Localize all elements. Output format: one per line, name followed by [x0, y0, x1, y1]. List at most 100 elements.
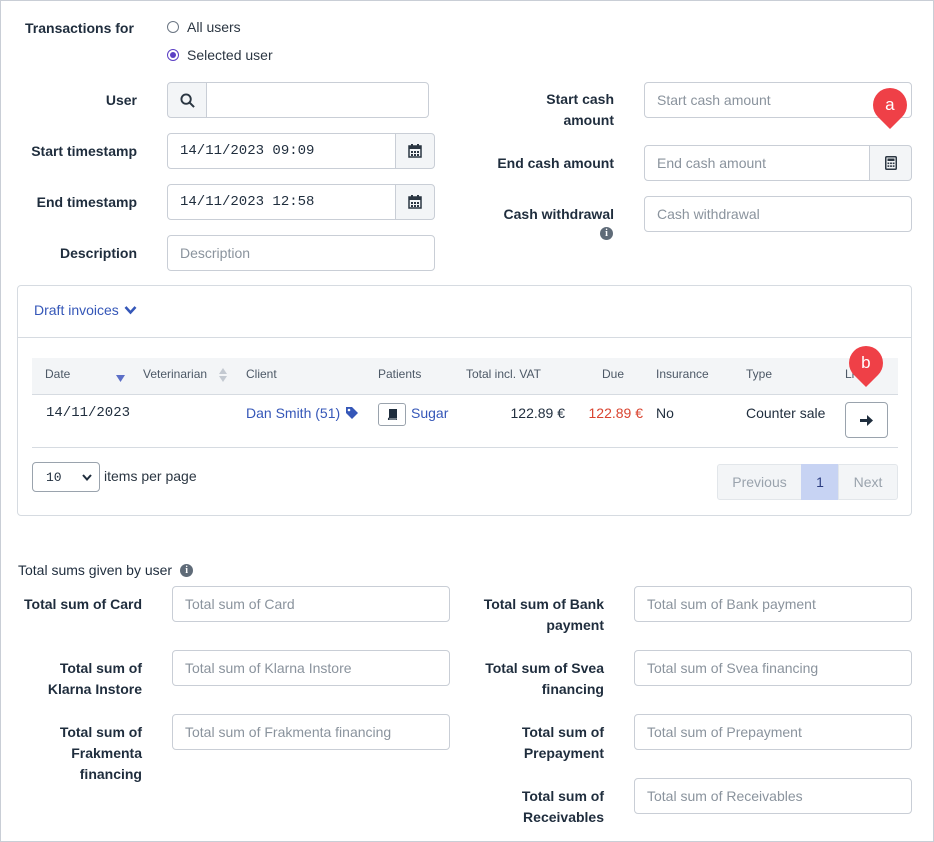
- col-patients: Patients: [378, 367, 422, 381]
- row-insurance: No: [656, 405, 674, 421]
- calendar-icon: [408, 195, 422, 209]
- description-label: Description: [59, 245, 137, 261]
- total-prepayment-input[interactable]: [634, 714, 912, 750]
- total-receivables-label-line2: Receivables: [523, 809, 604, 825]
- patient-link[interactable]: Sugar: [411, 405, 448, 421]
- transactions-for-label: Transactions for: [25, 20, 134, 36]
- calendar-icon: [408, 144, 422, 158]
- search-icon: [179, 92, 195, 108]
- total-bank-input[interactable]: [634, 586, 912, 622]
- total-frakmenta-label-line3: financing: [79, 766, 142, 782]
- info-icon[interactable]: i: [600, 227, 613, 240]
- client-link[interactable]: Dan Smith (51): [246, 405, 340, 421]
- end-cash-label: End cash amount: [497, 155, 614, 171]
- start-cash-label: Start cash amount: [470, 89, 614, 131]
- total-card-label-line1: Total sum of Card: [24, 596, 142, 612]
- total-receivables-label-line1: Total sum of: [521, 788, 604, 804]
- arrow-right-icon: [860, 414, 873, 426]
- per-page-label: items per page: [104, 468, 197, 484]
- per-page-value: 10: [46, 469, 62, 485]
- radio-selected-label: Selected user: [187, 47, 273, 63]
- per-page-select[interactable]: 10: [32, 462, 100, 492]
- user-input[interactable]: [206, 82, 429, 118]
- book-icon: [387, 409, 397, 420]
- end-timestamp-label: End timestamp: [36, 194, 137, 210]
- col-insurance: Insurance: [656, 367, 709, 381]
- marker-a-label: a: [885, 95, 895, 114]
- col-type: Type: [746, 367, 773, 381]
- start-cash-input[interactable]: [644, 82, 912, 118]
- col-client: Client: [246, 367, 277, 381]
- draft-invoices-toggle[interactable]: Draft invoices: [34, 302, 137, 318]
- calculator-icon: [884, 156, 897, 170]
- end-timestamp-input[interactable]: [167, 184, 396, 220]
- description-input[interactable]: [167, 235, 435, 271]
- pagination-page-1[interactable]: 1: [801, 464, 839, 500]
- patient-book-button[interactable]: [378, 403, 406, 426]
- total-receivables-input[interactable]: [634, 778, 912, 814]
- start-timestamp-input[interactable]: [167, 133, 396, 169]
- row-type: Counter sale: [746, 405, 826, 421]
- info-icon[interactable]: i: [180, 563, 194, 577]
- sort-icon[interactable]: [219, 368, 227, 382]
- row-client[interactable]: Dan Smith (51): [246, 405, 359, 421]
- radio-all-users[interactable]: All users: [167, 19, 241, 35]
- pagination-next[interactable]: Next: [838, 464, 898, 500]
- col-veterinarian[interactable]: Veterinarian: [143, 367, 207, 381]
- tag-icon: [346, 407, 359, 419]
- cash-withdrawal-input[interactable]: [644, 196, 912, 232]
- marker-b-label: b: [861, 353, 871, 372]
- total-svea-label-line2: financing: [541, 681, 604, 697]
- total-card-label: Total sum of Card: [10, 594, 142, 615]
- radio-selected-user[interactable]: Selected user: [167, 47, 273, 63]
- total-svea-input[interactable]: [634, 650, 912, 686]
- open-invoice-button[interactable]: [845, 402, 888, 438]
- table-row: [32, 394, 898, 448]
- end-timestamp-calendar-button[interactable]: [395, 184, 435, 220]
- chevron-down-icon: [124, 306, 137, 315]
- calculator-button[interactable]: [869, 145, 912, 181]
- start-timestamp-label: Start timestamp: [31, 143, 137, 159]
- total-bank-label-line2: payment: [546, 617, 604, 633]
- total-svea-label: Total sum of Svea financing: [460, 658, 604, 700]
- start-timestamp-calendar-button[interactable]: [395, 133, 435, 169]
- total-klarna-label: Total sum of Klarna Instore: [10, 658, 142, 700]
- col-total: Total incl. VAT: [466, 367, 541, 381]
- col-due: Due: [602, 367, 625, 381]
- start-cash-label-line2: amount: [563, 112, 614, 128]
- row-date: 14/11/2023: [46, 405, 131, 421]
- col-date[interactable]: Date: [45, 367, 70, 381]
- draft-invoices-header: [18, 286, 911, 338]
- chevron-down-icon: [82, 473, 92, 481]
- total-svea-label-line1: Total sum of Svea: [485, 660, 604, 676]
- total-bank-label-line1: Total sum of Bank: [483, 596, 604, 612]
- user-label: User: [105, 92, 137, 108]
- totals-heading: Total sums given by user i: [18, 562, 194, 578]
- total-prepayment-label: Total sum of Prepayment: [460, 722, 604, 764]
- total-klarna-label-line1: Total sum of: [59, 660, 142, 676]
- total-prepayment-label-line2: Prepayment: [523, 745, 604, 761]
- sort-desc-icon[interactable]: [116, 375, 125, 382]
- cash-withdrawal-label: Cash withdrawal: [503, 206, 614, 222]
- total-frakmenta-label-line1: Total sum of: [59, 724, 142, 740]
- draft-invoices-toggle-label: Draft invoices: [34, 302, 119, 318]
- end-cash-input[interactable]: [644, 145, 870, 181]
- total-card-input[interactable]: [172, 586, 450, 622]
- start-cash-label-line1: Start cash: [546, 91, 614, 107]
- total-klarna-input[interactable]: [172, 650, 450, 686]
- total-frakmenta-label: Total sum of Frakmenta financing: [10, 722, 142, 785]
- totals-heading-text: Total sums given by user: [18, 562, 173, 578]
- total-frakmenta-input[interactable]: [172, 714, 450, 750]
- radio-all-circle[interactable]: [167, 21, 179, 33]
- total-receivables-label: Total sum of Receivables: [460, 786, 604, 828]
- row-due: 122.89 €: [588, 405, 644, 421]
- user-search-addon: [167, 82, 207, 118]
- pagination-previous[interactable]: Previous: [717, 464, 802, 500]
- total-frakmenta-label-line2: Frakmenta: [71, 745, 142, 761]
- total-bank-label: Total sum of Bank payment: [460, 594, 604, 636]
- radio-all-label: All users: [187, 19, 241, 35]
- row-total: 122.89 €: [510, 405, 566, 421]
- total-klarna-label-line2: Klarna Instore: [47, 681, 142, 697]
- total-prepayment-label-line1: Total sum of: [521, 724, 604, 740]
- radio-selected-circle[interactable]: [167, 49, 179, 61]
